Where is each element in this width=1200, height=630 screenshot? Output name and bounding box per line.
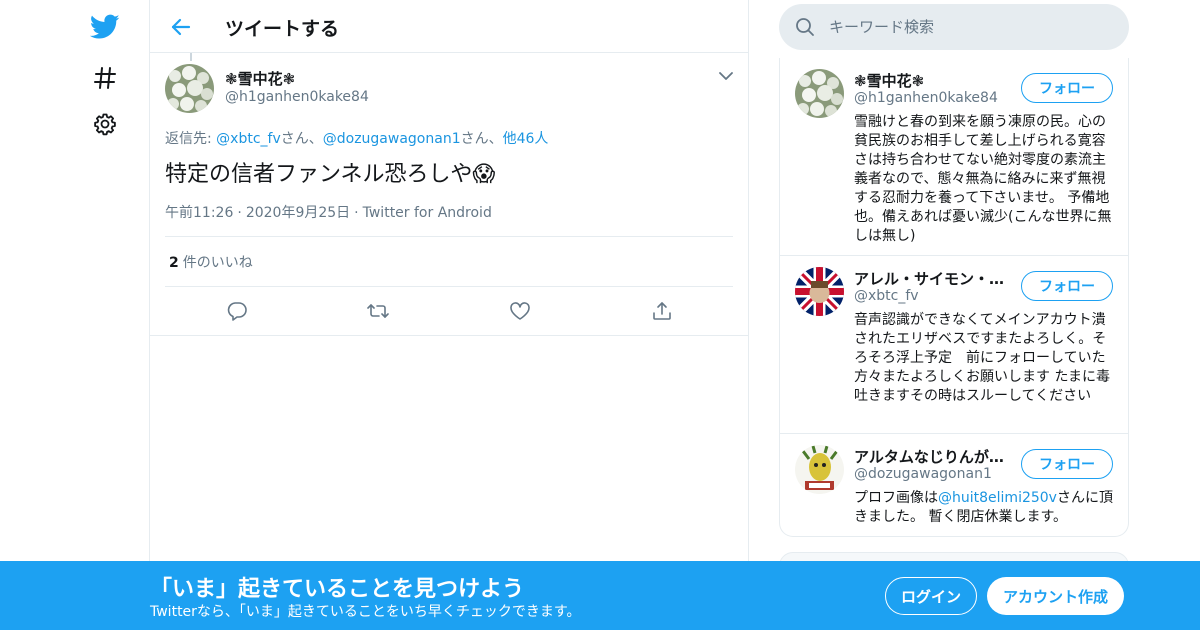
- follow-button[interactable]: フォロー: [1021, 73, 1113, 103]
- user-name[interactable]: ❃雪中花❃: [854, 70, 924, 91]
- user-bio: プロフ画像は@huit8elimi250vさんに頂きました。 暫く閉店休業します…: [854, 489, 1116, 527]
- search-icon: [795, 17, 815, 37]
- signup-banner: 「いま」起きていることを見つけよう Twitterなら、「いま」起きていることを…: [0, 561, 1200, 630]
- main-column: ツイートする ❃雪中花❃ @h1ganhen0kake84 返信先: @xbtc…: [149, 0, 749, 630]
- hashtag-icon[interactable]: [88, 61, 122, 95]
- bio-mention-link[interactable]: @huit8elimi250v: [938, 490, 1057, 506]
- twitter-bird-icon[interactable]: [88, 10, 122, 44]
- left-nav: [0, 0, 150, 630]
- tweet-meta: 午前11:26 · 2020年9月25日 · Twitter for Android: [165, 202, 492, 222]
- main-header: ツイートする: [150, 0, 748, 53]
- divider: [165, 286, 733, 287]
- likes-number: 2: [169, 255, 179, 271]
- user-bio: 雪融けと春の到来を願う凍原の民。心の貧民族のお相手して差し上げられる寛容さは持ち…: [854, 114, 1112, 244]
- follow-button[interactable]: フォロー: [1021, 271, 1113, 301]
- avatar[interactable]: [795, 69, 844, 118]
- login-button[interactable]: ログイン: [885, 577, 977, 615]
- reply-others-link[interactable]: 他46人: [503, 131, 549, 147]
- avatar[interactable]: [795, 267, 844, 316]
- reply-to: 返信先: @xbtc_fvさん、@dozugawagonan1さん、他46人: [165, 128, 548, 148]
- meta-separator: ·: [237, 205, 242, 221]
- user-handle[interactable]: @h1ganhen0kake84: [854, 90, 998, 106]
- likes-count[interactable]: 2 件のいいね: [169, 252, 253, 272]
- signup-button[interactable]: アカウント作成: [987, 577, 1124, 615]
- user-name[interactable]: アレル・サイモン・…: [854, 268, 1004, 289]
- meta-separator: ·: [354, 205, 359, 221]
- reply-separator: さん、: [280, 131, 323, 147]
- banner-title: 「いま」起きていることを見つけよう: [150, 577, 525, 602]
- like-icon[interactable]: [507, 298, 533, 324]
- arrow-left-icon[interactable]: [166, 12, 196, 42]
- reply-separator: さん、: [460, 131, 503, 147]
- user-card[interactable]: ❃雪中花❃ @h1ganhen0kake84 フォロー 雪融けと春の到来を願う凍…: [780, 58, 1128, 256]
- tweet-text: 特定の信者ファンネル恐ろしや😱: [165, 162, 496, 187]
- likes-label: 件のいいね: [182, 255, 253, 271]
- page-title: ツイートする: [225, 18, 340, 40]
- tweet-date[interactable]: 2020年9月25日: [246, 205, 350, 221]
- author-handle[interactable]: @h1ganhen0kake84: [225, 89, 369, 105]
- user-card[interactable]: アルタムなじりんが… @dozugawagonan1 フォロー プロフ画像は@h…: [780, 434, 1128, 537]
- banner-subtitle: Twitterなら、「いま」起きていることをいち早くチェックできます。: [150, 604, 581, 620]
- reply-icon[interactable]: [224, 298, 250, 324]
- user-name[interactable]: アルタムなじりんが…: [854, 446, 1004, 467]
- gear-icon[interactable]: [88, 107, 122, 141]
- retweet-icon[interactable]: [365, 298, 391, 324]
- bio-text: プロフ画像は: [854, 490, 938, 506]
- author-name[interactable]: ❃雪中花❃: [225, 68, 295, 89]
- follow-button[interactable]: フォロー: [1021, 449, 1113, 479]
- user-bio: 音声認識ができなくてメインアカウト潰されたエリザベスですまたよろしく。そろそろ浮…: [854, 312, 1111, 404]
- user-card[interactable]: アレル・サイモン・… @xbtc_fv フォロー 音声認識ができなくてメインアカ…: [780, 256, 1128, 434]
- chevron-down-icon[interactable]: [716, 66, 736, 86]
- reply-user-link[interactable]: @dozugawagonan1: [323, 131, 461, 147]
- search-input[interactable]: [829, 4, 1119, 50]
- user-handle[interactable]: @dozugawagonan1: [854, 466, 992, 482]
- tweet-source[interactable]: Twitter for Android: [363, 205, 492, 221]
- who-to-follow: ❃雪中花❃ @h1ganhen0kake84 フォロー 雪融けと春の到来を願う凍…: [779, 58, 1129, 537]
- tweet: ❃雪中花❃ @h1ganhen0kake84 返信先: @xbtc_fvさん、@…: [150, 54, 748, 336]
- avatar[interactable]: [795, 445, 844, 494]
- divider: [165, 236, 733, 237]
- avatar[interactable]: [165, 64, 214, 113]
- tweet-time[interactable]: 午前11:26: [165, 205, 233, 221]
- search-bar[interactable]: [779, 4, 1129, 50]
- reply-prefix: 返信先:: [165, 131, 217, 147]
- reply-user-link[interactable]: @xbtc_fv: [216, 131, 281, 147]
- user-handle[interactable]: @xbtc_fv: [854, 288, 919, 304]
- share-icon[interactable]: [649, 298, 675, 324]
